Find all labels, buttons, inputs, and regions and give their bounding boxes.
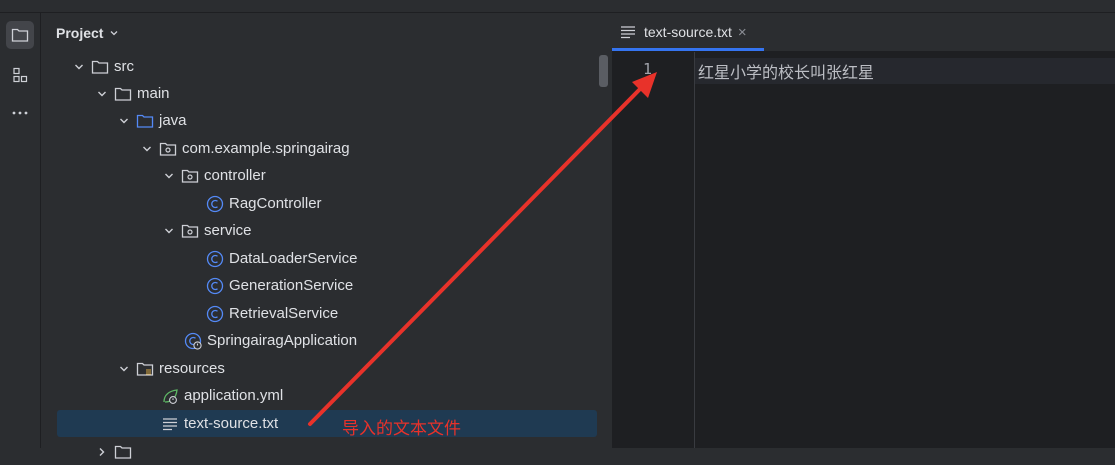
class-icon <box>206 250 224 268</box>
text-file-icon <box>620 25 636 39</box>
tree-item-src[interactable]: src <box>71 53 134 80</box>
folder-icon <box>114 85 132 103</box>
chevron-down-icon[interactable] <box>116 113 132 129</box>
class-icon <box>206 305 224 323</box>
tree-item-label: com.example.springairag <box>182 140 350 157</box>
tree-item-label: RetrievalService <box>229 305 339 322</box>
more-tools-button[interactable] <box>6 99 34 127</box>
close-icon[interactable]: × <box>738 24 747 41</box>
text-file-icon <box>161 415 179 433</box>
package-icon <box>181 167 199 185</box>
structure-icon <box>13 67 28 83</box>
tree-item-application-yml[interactable]: application.yml <box>161 382 283 409</box>
tree-item-data-loader-service[interactable]: DataLoaderService <box>206 245 357 272</box>
tree-item-label: DataLoaderService <box>229 250 358 267</box>
tree-item-resources[interactable]: resources <box>116 355 225 382</box>
tree-item-label: text-source.txt <box>184 415 279 432</box>
tree-item-label: src <box>114 58 134 75</box>
tree-item-label: service <box>204 222 252 239</box>
editor-area: text-source.txt × 1 红星小学的校长叫张红星 <box>612 13 1115 448</box>
tree-item-label: main <box>137 85 170 102</box>
tab-label: text-source.txt <box>644 24 732 40</box>
project-tool-button[interactable] <box>6 21 34 49</box>
folder-icon <box>11 28 29 42</box>
line-number: 1 <box>642 60 652 78</box>
spring-leaf-icon <box>161 387 179 405</box>
tree-item-label: java <box>159 112 187 129</box>
chevron-down-icon[interactable] <box>94 86 110 102</box>
tree-item-text-source[interactable]: text-source.txt <box>57 410 597 437</box>
folder-icon <box>114 443 132 461</box>
tree-item-main[interactable]: main <box>94 80 170 107</box>
folder-icon <box>91 58 109 76</box>
editor-tab-bar: text-source.txt × <box>612 13 1115 52</box>
tree-item-label: application.yml <box>184 387 284 404</box>
chevron-down-icon[interactable] <box>139 141 155 157</box>
title-bar <box>0 0 1115 13</box>
tree-item-label: resources <box>159 360 225 377</box>
source-folder-icon <box>136 112 154 130</box>
tree-scrollbar[interactable] <box>599 55 608 87</box>
activity-bar <box>0 13 41 448</box>
chevron-down-icon[interactable] <box>161 223 177 239</box>
chevron-right-icon[interactable] <box>94 444 110 460</box>
resources-folder-icon <box>136 360 154 378</box>
more-icon <box>12 111 28 115</box>
tree-item-retrieval-service[interactable]: RetrievalService <box>206 300 338 327</box>
tab-text-source[interactable]: text-source.txt × <box>612 13 764 51</box>
tree-item-java[interactable]: java <box>116 107 187 134</box>
tree-item-label: RagController <box>229 195 322 212</box>
chevron-down-icon[interactable] <box>116 361 132 377</box>
tree-item-label: GenerationService <box>229 277 354 294</box>
tree-item-label: SpringairagApplication <box>207 332 358 349</box>
package-icon <box>159 140 177 158</box>
project-panel: Project src main java com.example.spring… <box>41 13 611 459</box>
annotation-label: 导入的文本文件 <box>342 419 461 438</box>
structure-tool-button[interactable] <box>6 61 34 89</box>
spring-boot-class-icon <box>184 332 202 350</box>
package-icon <box>181 222 199 240</box>
tree-item-package[interactable]: com.example.springairag <box>139 135 350 162</box>
tree-item-generation-service[interactable]: GenerationService <box>206 272 353 299</box>
tree-item-label: controller <box>204 167 266 184</box>
tree-item-controller[interactable]: controller <box>161 162 266 189</box>
line-gutter <box>612 52 695 448</box>
project-tree: src main java com.example.springairag co… <box>41 13 611 459</box>
class-icon <box>206 195 224 213</box>
chevron-down-icon[interactable] <box>161 168 177 184</box>
tree-item-springairag-application[interactable]: SpringairagApplication <box>184 327 357 354</box>
tree-item-service[interactable]: service <box>161 217 252 244</box>
tree-item-rag-controller[interactable]: RagController <box>206 190 322 217</box>
active-tab-indicator <box>612 48 764 51</box>
class-icon <box>206 277 224 295</box>
chevron-down-icon[interactable] <box>71 59 87 75</box>
code-line[interactable]: 红星小学的校长叫张红星 <box>698 59 874 83</box>
tree-item-partial[interactable] <box>94 438 137 465</box>
